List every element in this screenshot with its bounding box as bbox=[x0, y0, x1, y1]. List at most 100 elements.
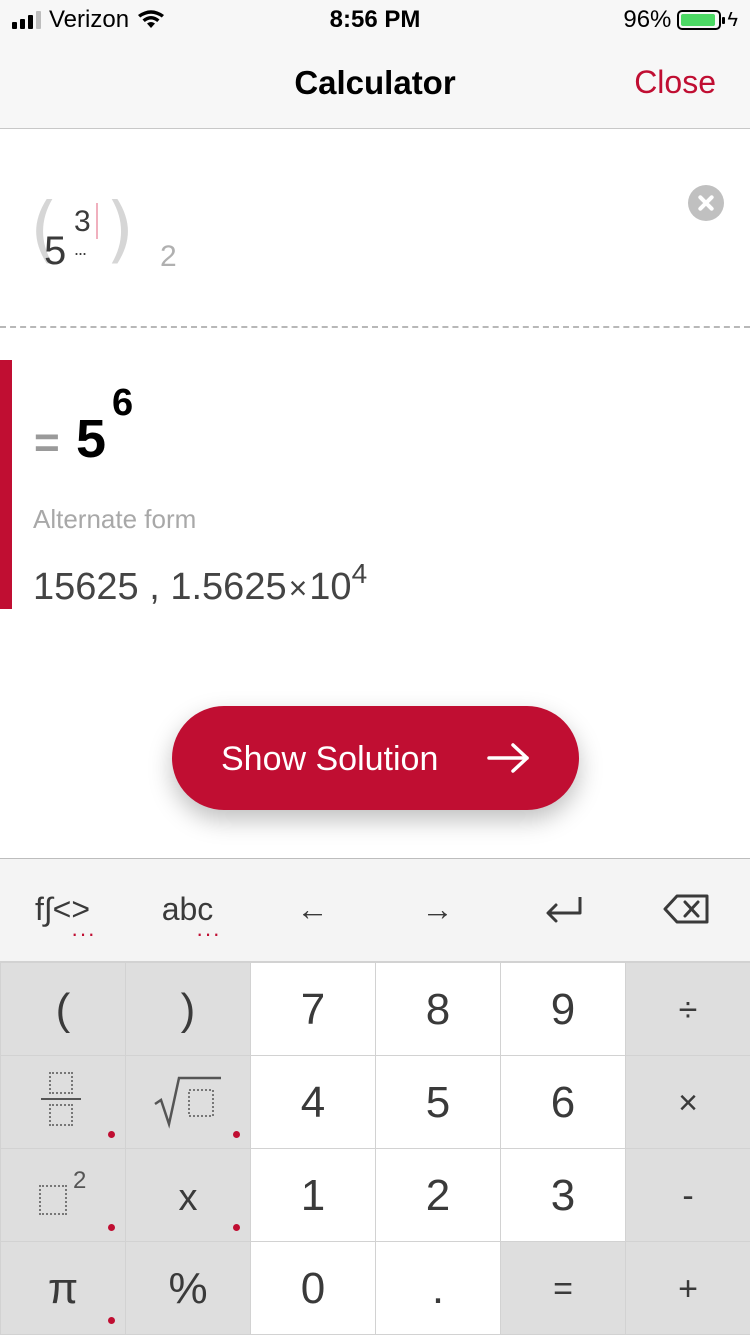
key-equals[interactable]: = bbox=[501, 1242, 625, 1334]
key-label: = bbox=[553, 1270, 573, 1308]
alternate-value-exponent: 4 bbox=[351, 558, 368, 589]
key-pi[interactable]: π bbox=[1, 1242, 125, 1334]
key-2[interactable]: 2 bbox=[376, 1149, 500, 1241]
key-label: 2 bbox=[425, 1171, 451, 1220]
return-icon bbox=[546, 897, 582, 923]
result-panel: = 5 6 Alternate form 15625 , 1.5625×104 bbox=[0, 360, 750, 610]
abc-tab-dots: ··· bbox=[196, 921, 221, 946]
square-root-icon bbox=[154, 1076, 221, 1129]
key-multiply[interactable]: × bbox=[626, 1056, 750, 1148]
functions-tab-dots: ··· bbox=[71, 921, 96, 946]
cursor-left-button[interactable]: ← bbox=[250, 859, 375, 961]
key-1[interactable]: 1 bbox=[251, 1149, 375, 1241]
abc-tab-label: abc bbox=[161, 891, 214, 927]
key-8[interactable]: 8 bbox=[376, 963, 500, 1055]
times-symbol: × bbox=[288, 570, 308, 606]
battery-icon bbox=[677, 10, 726, 30]
backspace-button[interactable] bbox=[625, 859, 750, 961]
clear-input-icon[interactable] bbox=[688, 185, 724, 221]
key-left-paren[interactable]: ( bbox=[1, 963, 125, 1055]
math-input-area[interactable]: ( 5 3 ... ) 2 bbox=[0, 129, 750, 328]
key-label: 5 bbox=[425, 1078, 451, 1127]
more-options-dot bbox=[108, 1224, 115, 1231]
show-solution-label: Show Solution bbox=[221, 740, 439, 778]
square-placeholder-icon bbox=[39, 1185, 67, 1215]
key-label: π bbox=[47, 1264, 79, 1313]
key-0[interactable]: 0 bbox=[251, 1242, 375, 1334]
key-label: 8 bbox=[425, 985, 451, 1034]
alternate-value-decimal: 15625 bbox=[33, 566, 139, 608]
more-options-dot bbox=[108, 1317, 115, 1324]
nav-bar: Calculator Close bbox=[0, 40, 750, 129]
math-keyboard: f∫<> ··· abc ··· ← → ( ) 7 8 9 ÷ 4 5 6 ×… bbox=[0, 858, 750, 1335]
key-label: 3 bbox=[550, 1171, 576, 1220]
expression-outer-exponent: 2 bbox=[160, 240, 177, 273]
keyboard-toolbar: f∫<> ··· abc ··· ← → bbox=[0, 859, 750, 961]
arrow-right-key-icon: → bbox=[421, 891, 454, 927]
close-button[interactable]: Close bbox=[634, 64, 716, 101]
key-plus[interactable]: + bbox=[626, 1242, 750, 1334]
key-x[interactable]: x bbox=[126, 1149, 250, 1241]
key-label: + bbox=[678, 1270, 698, 1308]
functions-tab[interactable]: f∫<> ··· bbox=[0, 859, 125, 961]
exponent-placeholder[interactable]: ... bbox=[74, 239, 87, 260]
key-square-root[interactable] bbox=[126, 1056, 250, 1148]
key-9[interactable]: 9 bbox=[501, 963, 625, 1055]
key-label: 4 bbox=[300, 1078, 326, 1127]
key-decimal[interactable]: . bbox=[376, 1242, 500, 1334]
arrow-right-icon bbox=[487, 743, 529, 773]
key-label: % bbox=[168, 1264, 208, 1313]
more-options-dot bbox=[108, 1131, 115, 1138]
key-divide[interactable]: ÷ bbox=[626, 963, 750, 1055]
key-label: x bbox=[178, 1177, 198, 1219]
key-label: 7 bbox=[300, 985, 326, 1034]
fraction-icon bbox=[41, 1072, 81, 1126]
charging-bolt-icon: ϟ bbox=[727, 8, 738, 31]
status-bar: Verizon 8:56 PM 96% ϟ bbox=[0, 0, 750, 40]
result-equals: = bbox=[34, 418, 60, 467]
key-label: × bbox=[678, 1084, 698, 1122]
key-label: 6 bbox=[550, 1078, 576, 1127]
arrow-left-icon: ← bbox=[296, 891, 329, 927]
cursor-right-button[interactable]: → bbox=[375, 859, 500, 961]
key-label: - bbox=[682, 1177, 694, 1215]
key-6[interactable]: 6 bbox=[501, 1056, 625, 1148]
show-solution-button[interactable]: Show Solution bbox=[172, 706, 579, 810]
key-5[interactable]: 5 bbox=[376, 1056, 500, 1148]
key-square[interactable]: 2 bbox=[1, 1149, 125, 1241]
abc-tab[interactable]: abc ··· bbox=[125, 859, 250, 961]
battery-percent: 96% bbox=[623, 6, 672, 33]
right-paren: ) bbox=[106, 187, 135, 271]
key-label: 9 bbox=[550, 985, 576, 1034]
backspace-icon bbox=[663, 894, 709, 924]
key-label: ÷ bbox=[678, 991, 698, 1029]
text-cursor bbox=[96, 203, 98, 239]
result-base: 5 bbox=[76, 409, 107, 469]
key-minus[interactable]: - bbox=[626, 1149, 750, 1241]
key-fraction[interactable] bbox=[1, 1056, 125, 1148]
key-label: . bbox=[431, 1264, 445, 1313]
key-percent[interactable]: % bbox=[126, 1242, 250, 1334]
square-exponent: 2 bbox=[73, 1167, 87, 1194]
status-right: 96% ϟ bbox=[623, 6, 738, 34]
key-label: ) bbox=[180, 985, 196, 1034]
more-options-dot bbox=[233, 1131, 240, 1138]
alternate-form-values: 15625 , 1.5625×104 bbox=[33, 558, 367, 609]
return-button[interactable] bbox=[500, 859, 625, 961]
key-label: 0 bbox=[300, 1264, 326, 1313]
result-accent-bar bbox=[0, 360, 12, 609]
key-label: ( bbox=[55, 985, 71, 1034]
expression-inner-exponent: 3 bbox=[74, 205, 91, 238]
key-4[interactable]: 4 bbox=[251, 1056, 375, 1148]
alternate-value-base: 10 bbox=[309, 566, 352, 608]
result-exponent: 6 bbox=[112, 382, 134, 424]
math-expression[interactable]: ( 5 3 ... ) 2 bbox=[30, 187, 230, 287]
key-7[interactable]: 7 bbox=[251, 963, 375, 1055]
more-options-dot bbox=[233, 1224, 240, 1231]
alternate-value-mantissa: 1.5625 bbox=[170, 566, 287, 608]
key-right-paren[interactable]: ) bbox=[126, 963, 250, 1055]
key-label: 1 bbox=[300, 1171, 326, 1220]
alternate-separator: , bbox=[149, 566, 160, 608]
expression-base: 5 bbox=[44, 229, 67, 273]
key-3[interactable]: 3 bbox=[501, 1149, 625, 1241]
